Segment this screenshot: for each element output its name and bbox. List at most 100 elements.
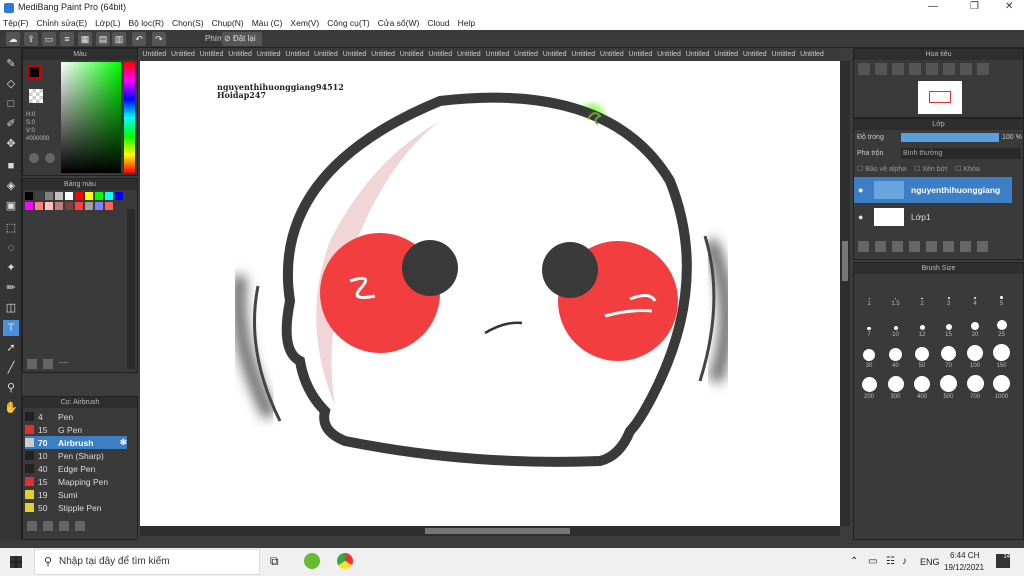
folder-icon[interactable] — [59, 521, 69, 531]
hue-slider[interactable] — [124, 62, 135, 173]
brush-item[interactable]: 10 Pen (Sharp) — [25, 449, 127, 462]
document-tab[interactable]: Untitled — [340, 48, 369, 61]
menu-view[interactable]: Xem(V) — [290, 18, 319, 28]
document-tab[interactable]: Untitled — [397, 48, 426, 61]
document-tab[interactable]: Untitled — [655, 48, 684, 61]
eye-icon[interactable]: ● — [858, 212, 863, 222]
zoom-in-icon[interactable] — [858, 63, 870, 75]
brush-size-option[interactable]: 7 — [857, 312, 881, 338]
medibang-taskbar-icon[interactable] — [304, 553, 320, 569]
document-tab[interactable]: Untitled — [769, 48, 798, 61]
brush-size-option[interactable]: 500 — [937, 374, 961, 400]
list-icon[interactable]: ≡ — [60, 32, 74, 46]
brush-item-selected[interactable]: 70 Airbrush ✻ — [25, 436, 127, 449]
text-tool-icon[interactable]: T — [3, 320, 19, 336]
eye-icon[interactable]: ● — [858, 185, 863, 195]
reset-button[interactable]: ⊘ Đặt lại — [222, 32, 262, 46]
network-icon[interactable]: ☷ — [886, 556, 895, 567]
document-tab[interactable]: Untitled — [712, 48, 741, 61]
magic-wand-icon[interactable]: ✦ — [3, 260, 19, 276]
menu-color[interactable]: Màu (C) — [252, 18, 283, 28]
close-button[interactable]: ✕ — [1005, 1, 1013, 12]
brush-size-option[interactable]: 700 — [963, 374, 987, 400]
color-wheel-icon[interactable] — [45, 153, 55, 163]
dot-tool-icon[interactable]: □ — [3, 96, 19, 112]
document-tab[interactable]: Untitled — [740, 48, 769, 61]
menu-file[interactable]: Tệp(F) — [3, 18, 29, 28]
menu-tools[interactable]: Công cụ(T) — [327, 18, 370, 28]
undo-icon[interactable]: ↶ — [132, 32, 146, 46]
select-pen-icon[interactable]: ✏ — [3, 280, 19, 296]
delete-palette-icon[interactable] — [43, 359, 53, 369]
palette-swatch[interactable] — [105, 192, 113, 200]
canvas-vertical-scrollbar[interactable] — [840, 61, 850, 526]
document-tab[interactable]: Untitled — [569, 48, 598, 61]
clipping-checkbox[interactable]: ☐ Xén bớt — [914, 165, 947, 173]
new-palette-icon[interactable] — [27, 359, 37, 369]
menu-cloud[interactable]: Cloud — [427, 18, 449, 28]
menu-filter[interactable]: Bộ lọc(R) — [129, 18, 164, 28]
menu-snap[interactable]: Chụp(N) — [212, 18, 244, 28]
brush-size-option[interactable]: 1000 — [990, 374, 1014, 400]
palette-icon[interactable] — [29, 153, 39, 163]
layer-menu-icon[interactable] — [909, 241, 920, 252]
document-tab[interactable]: Untitled — [169, 48, 198, 61]
cloud-icon[interactable]: ☁ — [6, 32, 20, 46]
brush-size-option[interactable]: 300 — [884, 374, 908, 400]
document-tab[interactable]: Untitled — [254, 48, 283, 61]
brush-size-option[interactable]: 150 — [990, 343, 1014, 369]
new-halftone-layer-icon[interactable] — [875, 241, 886, 252]
palette-swatch[interactable] — [35, 192, 43, 200]
layout-icon[interactable]: ▥ — [112, 32, 126, 46]
brush-size-option[interactable]: 12 — [910, 312, 934, 338]
brush-size-option[interactable]: 25 — [990, 312, 1014, 338]
battery-icon[interactable]: ▭ — [868, 556, 877, 567]
layer-item-selected[interactable]: ● nguyenthihuonggiang — [854, 177, 1012, 203]
new-8bit-layer-icon[interactable] — [892, 241, 903, 252]
language-indicator[interactable]: ENG — [920, 557, 940, 567]
document-tab[interactable]: Untitled — [369, 48, 398, 61]
task-view-icon[interactable]: ⧉ — [270, 554, 279, 569]
panel-icon[interactable]: ▤ — [96, 32, 110, 46]
blend-mode-select[interactable]: Bình thường — [901, 148, 1021, 159]
hand-tool-icon[interactable]: ✋ — [3, 400, 19, 416]
move-tool-icon[interactable]: ✥ — [3, 136, 19, 152]
flip-icon[interactable] — [960, 63, 972, 75]
brush-size-option[interactable]: 400 — [910, 374, 934, 400]
maximize-button[interactable]: ❐ — [970, 1, 979, 12]
palette-swatch[interactable] — [25, 192, 33, 200]
fit-icon[interactable] — [892, 63, 904, 75]
document-tab[interactable]: Untitled — [140, 48, 169, 61]
brush-size-option[interactable]: 30 — [857, 343, 881, 369]
brush-item[interactable]: 15 Mapping Pen — [25, 475, 127, 488]
document-tab[interactable]: Untitled — [283, 48, 312, 61]
lock-checkbox[interactable]: ☐ Khóa — [955, 165, 980, 173]
palette-swatch[interactable] — [85, 202, 93, 210]
minimize-button[interactable]: — — [928, 1, 938, 12]
brush-size-option[interactable]: 1.5 — [884, 281, 908, 307]
menu-select[interactable]: Chọn(S) — [172, 18, 204, 28]
brush-size-option[interactable]: 100 — [963, 343, 987, 369]
brush-size-option[interactable]: 4 — [963, 281, 987, 307]
document-tab[interactable]: Untitled — [626, 48, 655, 61]
document-tab[interactable]: Untitled — [197, 48, 226, 61]
protect-alpha-checkbox[interactable]: ☐ Bảo vệ alpha — [857, 165, 906, 173]
brush-size-option[interactable]: 5 — [990, 281, 1014, 307]
brush-size-option[interactable]: 10 — [884, 312, 908, 338]
trash-icon[interactable] — [977, 241, 988, 252]
brush-size-option[interactable]: 1 — [857, 281, 881, 307]
taskbar-search[interactable]: Nhập tại đây để tìm kiếm — [34, 549, 260, 575]
notification-icon[interactable]: 14 — [996, 554, 1010, 568]
chevron-up-icon[interactable]: ⌃ — [850, 556, 858, 567]
opacity-slider[interactable] — [901, 133, 999, 142]
gradient-tool-icon[interactable]: ▣ — [3, 198, 19, 214]
clock-date[interactable]: 19/12/2021 — [944, 563, 984, 572]
actual-size-icon[interactable] — [909, 63, 921, 75]
operation-tool-icon[interactable]: ➚ — [3, 340, 19, 356]
document-tab[interactable]: Untitled — [683, 48, 712, 61]
brush-item[interactable]: 50 Stipple Pen — [25, 501, 127, 514]
palette-swatch[interactable] — [95, 202, 103, 210]
menu-layer[interactable]: Lớp(L) — [95, 18, 120, 28]
document-tab[interactable]: Untitled — [512, 48, 541, 61]
brush-item[interactable]: 4 Pen — [25, 410, 127, 423]
